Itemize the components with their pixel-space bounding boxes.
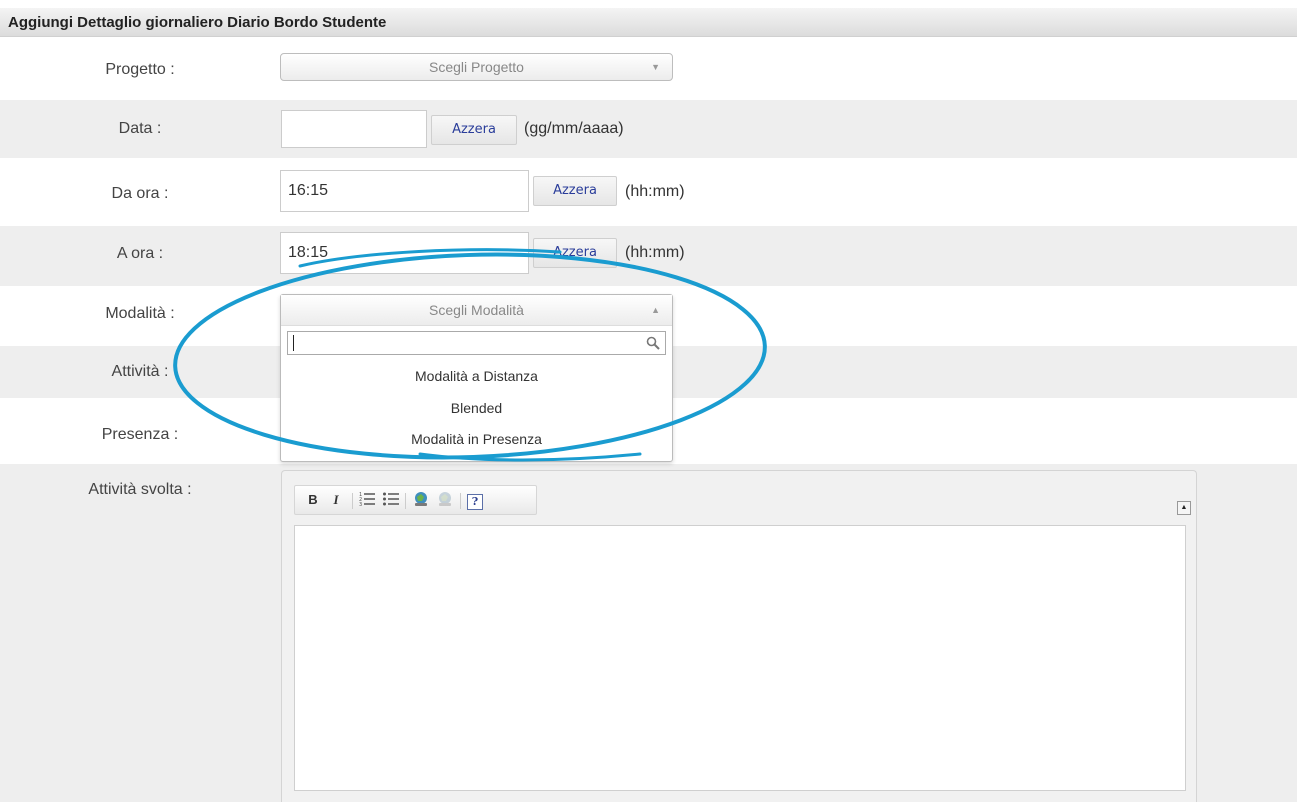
annotation-ellipse [173,248,767,462]
